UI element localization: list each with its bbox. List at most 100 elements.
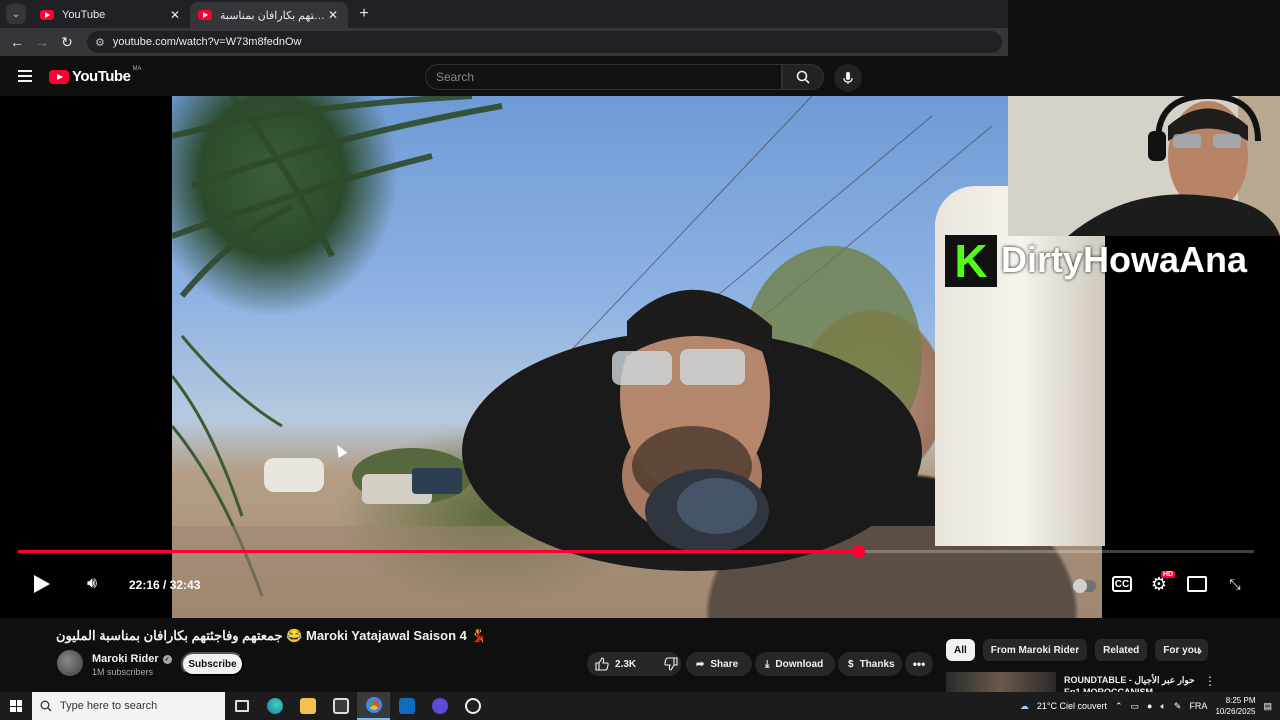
theater-mode-button[interactable] [1187,576,1207,592]
dislike-button[interactable] [656,652,686,676]
thumbs-down-icon [664,657,678,671]
webcam-overlay [1008,96,1280,236]
browser-tab-bar: ⌄ YouTube ✕ جمعتهم وفاجئتهم بكارافان بمن… [0,0,1008,28]
play-button[interactable] [30,572,54,596]
menu-icon[interactable] [18,70,32,82]
kick-badge-letter: K [954,235,988,287]
like-button[interactable]: 2.3K [587,652,644,676]
file-explorer-icon[interactable] [291,692,324,720]
channel-avatar[interactable] [57,650,83,676]
subscriber-count: 1M subscribers [92,667,154,677]
microphone-icon [843,72,853,84]
close-icon[interactable]: ✕ [326,8,340,22]
tab-title: جمعتهم وفاجئتهم بكارافان بمناسبة [220,9,326,22]
like-dislike-group: 2.3K [587,652,681,676]
screen: ⌄ YouTube ✕ جمعتهم وفاجئتهم بكارافان بمن… [0,0,1280,720]
chrome-icon[interactable] [357,692,390,720]
new-tab-button[interactable]: + [352,2,376,26]
channel-name-row[interactable]: Maroki Rider ✓ [92,653,172,665]
more-actions-button[interactable]: ••• [905,652,933,676]
obs-studio-icon[interactable] [423,692,456,720]
chip-from-channel[interactable]: From Maroki Rider [982,639,1088,661]
weather-icon: ☁ [1019,700,1029,711]
reload-button[interactable]: ↻ [56,31,78,53]
time-display: 22:16 / 32:43 [129,578,201,592]
youtube-play-icon [49,69,69,84]
progress-bar[interactable] [18,545,1254,558]
network-icon[interactable]: ▭ [1131,701,1140,712]
taskbar-search[interactable]: Type here to search [32,692,225,720]
share-icon: ➦ [696,658,705,670]
volume-icon[interactable]: 🔊︎ [80,574,104,594]
fullscreen-icon[interactable]: ⤡ [1225,574,1245,594]
recommended-thumbnail[interactable] [946,672,1056,692]
logo-text: YouTube [72,68,131,85]
webcam-image [1008,96,1280,236]
progress-played [18,550,859,553]
kick-logo-icon: K [945,235,997,287]
task-view-icon[interactable] [225,692,258,720]
site-info-icon[interactable]: ⚙ [95,36,105,49]
pen-icon[interactable]: ✎ [1174,701,1182,712]
system-tray: ☁ 21°C Ciel couvert ⌃ ▭ ● 🔈︎ ✎ FRA 8:25 … [1020,692,1280,720]
more-vertical-icon[interactable]: ⋮ [1204,674,1216,688]
chip-all[interactable]: All [946,639,975,661]
taskbar-search-placeholder: Type here to search [60,700,158,712]
windows-taskbar: Type here to search ☁ 21°C Ciel couvert … [0,692,1280,720]
verified-icon: ✓ [162,654,172,664]
video-player[interactable]: K DirtyHowaAna 🔊︎ 22:16 / 32:43 CC ⚙ HD … [0,96,1280,618]
thumbs-up-icon [595,657,609,671]
autoplay-toggle[interactable] [1072,579,1096,593]
weather-text[interactable]: 21°C Ciel couvert [1037,701,1107,711]
outlook-icon[interactable] [390,692,423,720]
share-button[interactable]: ➦ Share [686,652,752,676]
volume-tray-icon[interactable]: 🔈︎ [1160,701,1165,712]
download-button[interactable]: ⤓ Download [755,652,835,676]
thanks-button[interactable]: $ Thanks [838,652,902,676]
youtube-logo[interactable]: YouTube MA [49,66,142,85]
tab-video[interactable]: جمعتهم وفاجئتهم بكارافان بمناسبة ✕ [190,2,348,28]
forward-button[interactable]: → [31,31,53,53]
subtitles-button[interactable]: CC [1112,576,1132,592]
app-icon[interactable] [456,692,489,720]
back-button[interactable]: ← [6,31,28,53]
edge-icon[interactable] [258,692,291,720]
close-icon[interactable]: ✕ [168,8,182,22]
store-icon[interactable] [324,692,357,720]
clock-date: 10/26/2025 [1215,707,1256,716]
thanks-icon: $ [848,658,854,670]
scrubber-handle[interactable] [852,545,866,558]
start-button[interactable] [0,692,32,720]
address-bar-row: ← → ↻ ⚙ youtube.com/watch?v=W73m8fednOw [0,28,1008,56]
notification-icon[interactable]: ▤ [1263,701,1272,712]
chevron-up-icon[interactable]: ⌃ [1115,701,1123,712]
clock-time: 8:25 PM [1225,696,1256,705]
tab-youtube-home[interactable]: YouTube ✕ [32,2,190,28]
country-code: MA [132,66,142,72]
search-icon [40,700,52,712]
hd-badge: HD [1161,571,1176,578]
mic-tray-icon[interactable]: ● [1147,701,1152,711]
search-input[interactable] [426,65,781,89]
clock[interactable]: 8:25 PM 10/26/2025 [1215,695,1255,717]
search-icon [796,70,810,84]
voice-search-button[interactable] [834,64,862,92]
url-field[interactable]: ⚙ youtube.com/watch?v=W73m8fednOw [87,31,1002,53]
rec-title-line1: ROUNDTABLE - حوار عبر الأجيال [1064,675,1195,685]
channel-name[interactable]: Maroki Rider [92,653,159,665]
language-indicator[interactable]: FRA [1189,701,1207,711]
recommendation-chips: All From Maroki Rider Related For you [946,639,1208,661]
chevron-right-icon[interactable]: › [1192,642,1208,658]
chip-related[interactable]: Related [1095,639,1148,661]
search-button[interactable] [782,64,824,90]
streamer-handle: DirtyHowaAna [1001,239,1248,280]
share-label: Share [710,658,739,670]
search-box [425,64,782,90]
url-text: youtube.com/watch?v=W73m8fednOw [112,36,302,48]
tab-title: YouTube [62,9,106,21]
subscribe-button[interactable]: Subscribe [181,652,244,676]
tab-search-dropdown[interactable]: ⌄ [6,4,26,24]
video-title: جمعتهم وفاجئتهم بكارافان بمناسبة المليون… [56,628,487,643]
download-icon: ⤓ [765,658,770,670]
youtube-favicon-icon [198,10,212,20]
